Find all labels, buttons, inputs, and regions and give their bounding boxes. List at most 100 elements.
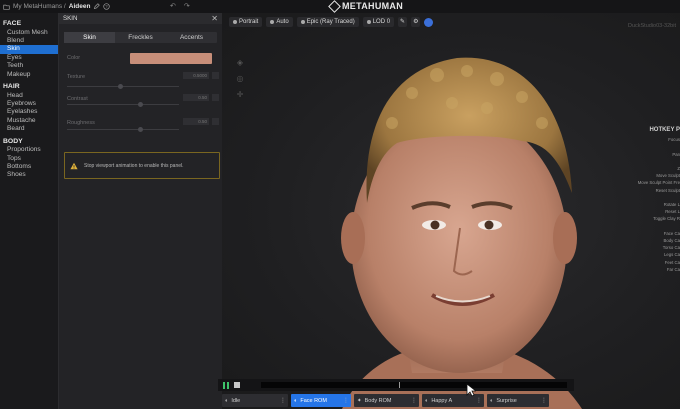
anim-label: Body ROM xyxy=(364,397,392,404)
anim-body-rom[interactable]: ✦ Body ROM ⋮ xyxy=(354,394,419,407)
nav-group-title: BODY xyxy=(3,137,23,145)
slider-row-contrast: Contrast 0.50 xyxy=(64,94,219,107)
tab-freckles[interactable]: Freckles xyxy=(115,32,166,43)
hotkey-line: Far Ca xyxy=(666,266,680,272)
more-icon[interactable]: ⋮ xyxy=(280,397,286,404)
more-icon[interactable]: ⋮ xyxy=(343,397,349,404)
more-icon[interactable]: ⋮ xyxy=(541,397,547,404)
camera-label: Portrait xyxy=(239,19,259,25)
animation-timeline xyxy=(218,379,574,391)
quality-icon xyxy=(300,20,305,24)
contrast-slider-handle[interactable] xyxy=(138,102,144,107)
nav-item-mustache[interactable]: Mustache xyxy=(0,117,58,125)
anim-icon: ◐ xyxy=(225,397,229,404)
undo-icon[interactable]: ↶ xyxy=(170,2,176,10)
nav-item-custom-mesh[interactable]: Custom Mesh xyxy=(0,29,58,37)
anim-icon: ◐ xyxy=(425,397,429,404)
quality-dropdown[interactable]: Epic (Ray Traced) xyxy=(296,17,359,27)
nav-item-teeth[interactable]: Teeth xyxy=(0,62,58,70)
contrast-value[interactable]: 0.50 xyxy=(183,94,209,101)
texture-value[interactable]: 0.5000 xyxy=(183,72,209,79)
more-icon[interactable]: ⋮ xyxy=(476,397,482,404)
wand-button[interactable]: ✎ xyxy=(398,17,408,27)
reset-icon[interactable] xyxy=(212,72,219,79)
skin-tabs: Skin Freckles Accents xyxy=(64,32,217,43)
panel-header: SKIN ✕ xyxy=(59,13,222,24)
timeline-track[interactable] xyxy=(261,382,567,388)
roughness-slider-track[interactable] xyxy=(67,129,179,130)
more-icon[interactable]: ⋮ xyxy=(411,397,417,404)
logo-text: METAHUMAN xyxy=(342,1,404,11)
sculpt-tool-icon[interactable]: ◈ xyxy=(236,59,244,67)
warning-text: Stop viewport animation to enable this p… xyxy=(84,162,184,169)
anim-label: Idle xyxy=(231,397,241,404)
folder-icon xyxy=(3,4,10,10)
mouse-cursor-icon xyxy=(466,383,476,397)
anim-surprise[interactable]: ◐ Surprise ⋮ xyxy=(487,394,549,407)
3d-viewport[interactable]: Portrait Auto Epic (Ray Traced) LOD 0 ✎ … xyxy=(222,13,680,409)
nav-item-head[interactable]: Head xyxy=(0,92,58,100)
edit-icon[interactable] xyxy=(93,3,101,10)
svg-text:?: ? xyxy=(106,4,109,9)
hotkey-line: Reset Sculpt xyxy=(655,187,680,193)
tab-skin[interactable]: Skin xyxy=(64,32,115,43)
pause-icon[interactable] xyxy=(223,381,229,389)
anim-icon: ◐ xyxy=(490,397,494,404)
gear-icon: ⚙ xyxy=(413,19,419,25)
anim-idle[interactable]: ◐ Idle ⋮ xyxy=(222,394,288,407)
animation-presets: ◐ Idle ⋮ ◐ Face ROM ⋮ ✦ Body ROM ⋮ ◐ Hap… xyxy=(222,394,568,407)
hotkey-line: Focus xyxy=(668,137,680,143)
rotate-tool-icon[interactable]: ◎ xyxy=(236,75,244,83)
blue-toggle-button[interactable] xyxy=(424,17,434,27)
anim-face-rom[interactable]: ◐ Face ROM ⋮ xyxy=(291,394,351,407)
quality-label: Epic (Ray Traced) xyxy=(306,19,355,25)
redo-icon[interactable]: ↷ xyxy=(184,2,190,10)
nav-item-eyes[interactable]: Eyes xyxy=(0,54,58,62)
hotkey-line: Rotate L xyxy=(663,202,680,208)
roughness-value[interactable]: 0.50 xyxy=(183,118,209,125)
nav-item-makeup[interactable]: Makeup xyxy=(0,71,58,79)
stop-icon[interactable] xyxy=(234,382,240,388)
skin-panel: SKIN ✕ Skin Freckles Accents Color Textu… xyxy=(58,13,222,409)
anim-label: Happy A xyxy=(431,397,453,404)
tab-accents[interactable]: Accents xyxy=(166,32,217,43)
settings-button[interactable]: ⚙ xyxy=(411,17,421,27)
skin-color-swatch[interactable] xyxy=(130,53,212,64)
hotkey-line: Pan xyxy=(672,151,680,157)
reset-icon[interactable] xyxy=(212,94,219,101)
help-icon[interactable]: ? xyxy=(103,3,111,10)
timeline-playhead[interactable] xyxy=(398,382,400,388)
lod-dropdown[interactable]: LOD 0 xyxy=(362,17,395,27)
hotkey-line xyxy=(620,158,680,165)
lighting-dropdown[interactable]: Auto xyxy=(266,17,293,27)
nav-item-eyelashes[interactable]: Eyelashes xyxy=(0,108,58,116)
hotkey-line: Feet Ca xyxy=(664,259,680,265)
color-row: Color xyxy=(64,53,217,65)
roughness-slider-handle[interactable] xyxy=(138,127,144,132)
hotkey-title: HOTKEY P xyxy=(649,127,680,133)
color-label: Color xyxy=(67,55,81,61)
nav-item-skin[interactable]: Skin xyxy=(0,45,58,54)
nav-item-beard[interactable]: Beard xyxy=(0,125,58,133)
nav-group-face: FACE Custom Mesh Blend Skin Eyes Teeth M… xyxy=(0,20,58,79)
close-icon[interactable]: ✕ xyxy=(211,14,218,23)
nav-item-bottoms[interactable]: Bottoms xyxy=(0,163,58,171)
texture-slider-handle[interactable] xyxy=(118,84,124,89)
lighting-label: Auto xyxy=(276,19,289,25)
move-tool-icon[interactable]: ✛ xyxy=(236,91,244,99)
nav-item-shoes[interactable]: Shoes xyxy=(0,171,58,179)
viewport-side-tools: ◈ ◎ ✛ xyxy=(236,59,244,99)
contrast-slider-track[interactable] xyxy=(67,104,179,105)
hotkey-line: Toggle Clay R xyxy=(653,216,680,222)
reset-icon[interactable] xyxy=(212,118,219,125)
nav-item-tops[interactable]: Tops xyxy=(0,155,58,163)
camera-dropdown[interactable]: Portrait xyxy=(229,17,263,27)
hotkey-line xyxy=(620,143,680,150)
nav-item-eyebrows[interactable]: Eyebrows xyxy=(0,100,58,108)
nav-item-proportions[interactable]: Proportions xyxy=(0,146,58,154)
hotkey-line: Face Ca xyxy=(663,230,680,236)
nav-group-title: FACE xyxy=(3,20,22,27)
nav-item-blend[interactable]: Blend xyxy=(0,37,58,45)
nav-group-title: HAIR xyxy=(3,83,20,91)
breadcrumb-root[interactable]: My MetaHumans / xyxy=(13,3,66,10)
